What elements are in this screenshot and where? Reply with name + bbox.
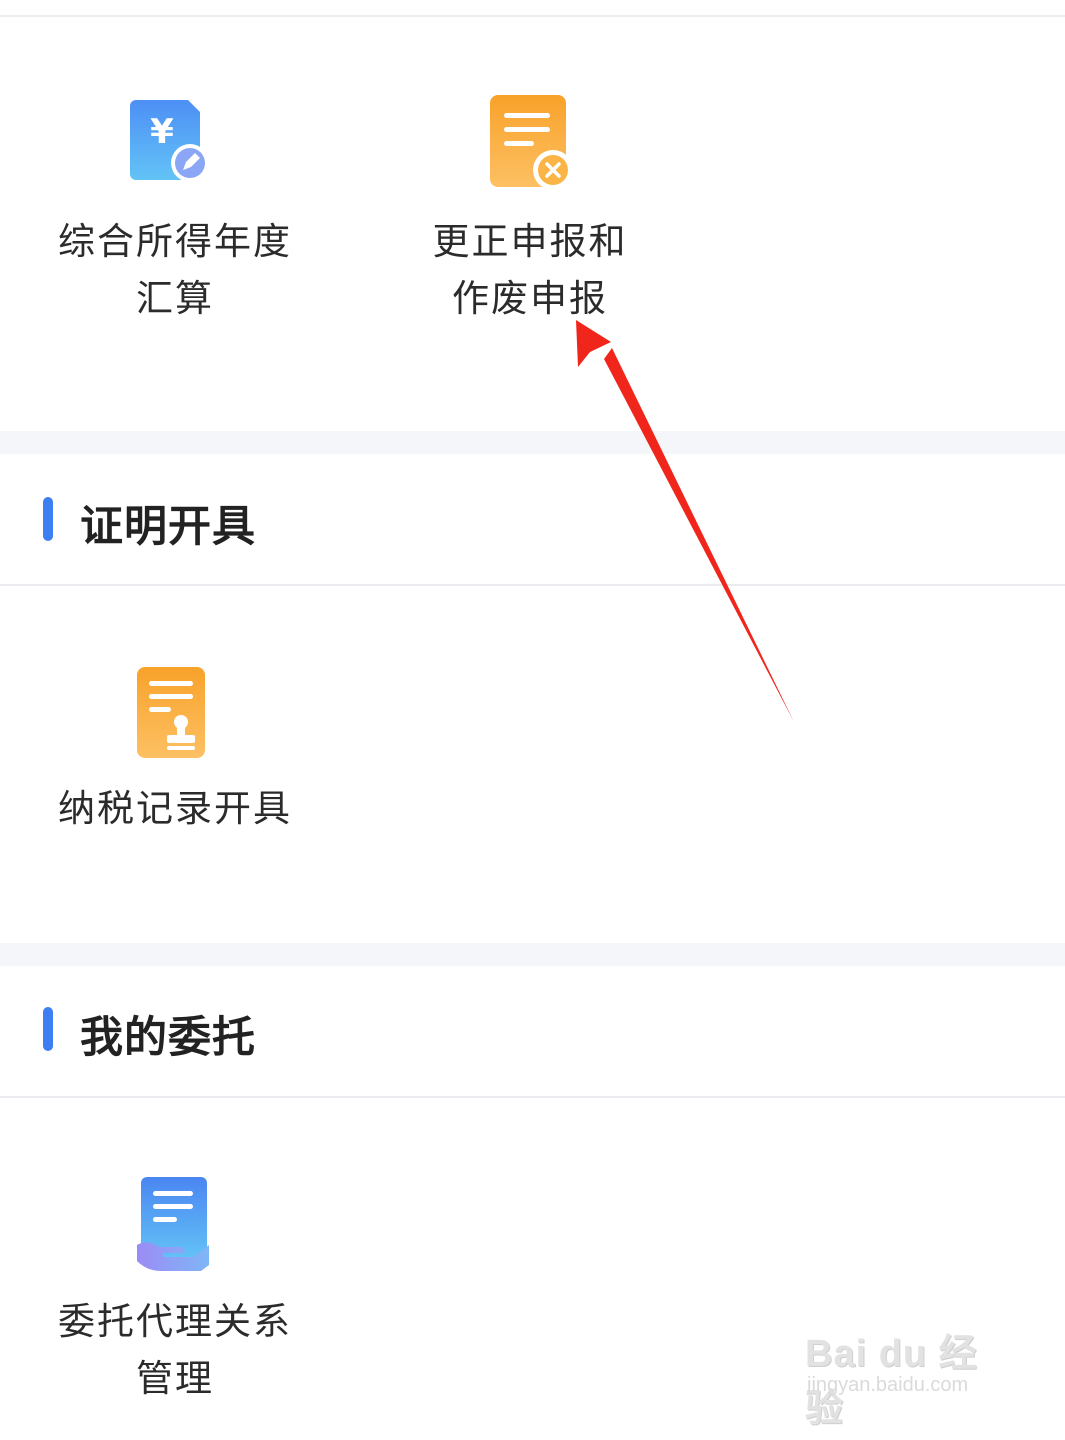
tax-record-issuance-item[interactable]: 纳税记录开具 [25, 665, 325, 840]
section-divider [0, 1096, 1065, 1098]
yen-document-edit-icon: ¥ [130, 100, 209, 182]
baidu-jingyan-watermark: Bai du 经验 jingyan.baidu.com [805, 1312, 1005, 1430]
agency-relationship-management-label: 委托代理关系 管理 [58, 1300, 292, 1400]
document-cancel-icon [490, 95, 573, 190]
section-gap [0, 431, 1065, 454]
section-accent-bar [43, 1007, 53, 1051]
agency-relationship-management-item[interactable]: 委托代理关系 管理 [25, 1175, 325, 1415]
svg-text:¥: ¥ [150, 112, 174, 152]
annual-tax-settlement-item[interactable]: ¥ 综合所得年度 汇算 [25, 95, 325, 335]
certificates-section-title: 证明开具 [80, 502, 256, 552]
correct-void-declaration-item[interactable]: 更正申报和 作废申报 [380, 95, 680, 335]
correct-void-declaration-label: 更正申报和 作废申报 [432, 220, 628, 320]
delegation-section-header: 我的委托 [0, 966, 1065, 1076]
section-divider [0, 584, 1065, 586]
annual-tax-settlement-label: 综合所得年度 汇算 [58, 220, 292, 320]
document-stamp-icon [137, 667, 205, 758]
document-hand-icon [137, 1177, 209, 1271]
watermark-url-text: jingyan.baidu.com [807, 1374, 969, 1396]
top-divider [0, 15, 1065, 17]
certificates-section-header: 证明开具 [0, 454, 1065, 564]
section-accent-bar [43, 497, 53, 541]
tax-record-issuance-label: 纳税记录开具 [58, 787, 292, 830]
section-gap [0, 943, 1065, 966]
delegation-section-title: 我的委托 [80, 1013, 256, 1063]
